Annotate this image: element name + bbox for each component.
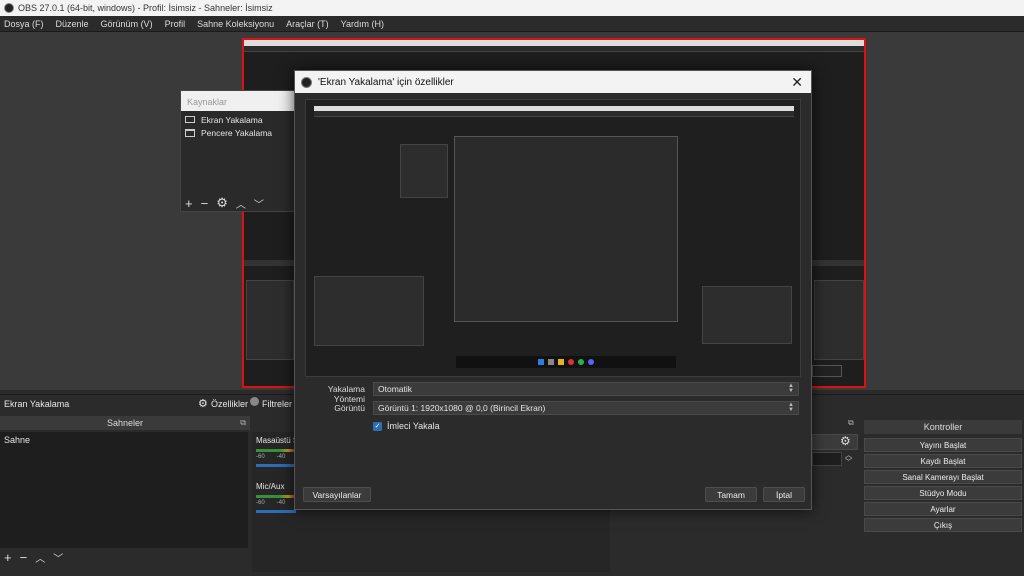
cancel-button[interactable]: İptal [763, 487, 805, 502]
move-up-icon[interactable]: ︿ [236, 196, 246, 211]
properties-dialog: 'Ekran Yakalama' için özellikler ✕ Yakal… [294, 70, 812, 510]
start-streaming-button[interactable]: Yayını Başlat [864, 438, 1022, 452]
capture-cursor-checkbox[interactable]: ✓ [373, 421, 382, 431]
close-icon[interactable]: ✕ [791, 74, 803, 91]
volume-meter [256, 495, 296, 498]
capture-method-label: Yakalama Yöntemi [327, 384, 365, 404]
menu-file[interactable]: Dosya (F) [4, 19, 44, 29]
chevron-up-down-icon: ▲ ▼ [788, 402, 794, 413]
selected-source-label: Ekran Yakalama [4, 399, 70, 409]
settings-button[interactable]: Ayarlar [864, 502, 1022, 516]
mixer-channel-mic: Mic/Aux -60 -40 [256, 482, 296, 513]
nested-taskbar [456, 356, 676, 368]
remove-source-icon[interactable]: − [201, 196, 209, 211]
nested-controls-dock [814, 280, 864, 360]
nested-controls-dock [702, 286, 792, 344]
properties-button[interactable]: Özellikler [211, 399, 248, 409]
start-recording-button[interactable]: Kaydı Başlat [864, 454, 1022, 468]
meter-tick: -40 [276, 454, 286, 460]
gear-icon[interactable]: ⚙ [840, 434, 851, 448]
source-item-label: Ekran Yakalama [201, 114, 263, 125]
meter-tick: -40 [276, 500, 286, 506]
dialog-capture-preview [305, 99, 801, 377]
exit-button[interactable]: Çıkış [864, 518, 1022, 532]
capture-cursor-row: ✓ İmleci Yakala [373, 421, 440, 431]
defaults-button[interactable]: Varsayılanlar [303, 487, 371, 502]
scenes-dock-title: Sahneler [0, 416, 250, 430]
add-source-icon[interactable]: + [185, 196, 193, 211]
meter-tick: -60 [256, 454, 265, 460]
display-value: Görüntü 1: 1920x1080 @ 0,0 (Birincil Ekr… [378, 403, 546, 413]
chevron-up-down-icon: ▲ ▼ [788, 383, 794, 394]
filters-button[interactable]: Filtreler [262, 399, 292, 409]
capture-method-select[interactable]: Otomatik ▲ ▼ [373, 382, 799, 396]
studio-mode-button[interactable]: Stüdyo Modu [864, 486, 1022, 500]
menu-help[interactable]: Yardım (H) [341, 19, 384, 29]
menu-scene-collection[interactable]: Sahne Koleksiyonu [197, 19, 274, 29]
capture-cursor-label: İmleci Yakala [387, 421, 440, 431]
remove-scene-icon[interactable]: − [20, 550, 28, 565]
controls-dock: Kontroller Yayını Başlat Kaydı Başlat Sa… [862, 416, 1024, 576]
controls-dock-title: Kontroller [864, 420, 1022, 434]
channel-name: Mic/Aux [256, 482, 285, 491]
dialog-title: 'Ekran Yakalama' için özellikler [318, 76, 454, 88]
obs-logo-icon [4, 3, 14, 13]
duration-input[interactable] [812, 452, 842, 466]
gear-icon[interactable]: ⚙ [198, 397, 208, 410]
undock-icon[interactable]: ⧉ [240, 418, 246, 428]
window-title: OBS 27.0.1 (64-bit, windows) - Profil: İ… [18, 3, 273, 13]
gear-icon[interactable]: ⚙ [216, 195, 228, 211]
display-label: Görüntü [334, 403, 365, 413]
duration-stepper[interactable]: ︿ ﹀ [845, 452, 852, 466]
nested-scenes-dock [314, 276, 424, 346]
move-down-icon[interactable]: ﹀ [254, 196, 264, 211]
volume-slider[interactable] [256, 464, 296, 467]
scenes-list[interactable]: Sahne [0, 432, 248, 548]
menu-edit[interactable]: Düzenle [56, 19, 89, 29]
source-item-label: Pencere Yakalama [201, 127, 273, 138]
source-item-screen-capture[interactable]: Ekran Yakalama [181, 113, 294, 126]
capture-method-value: Otomatik [378, 384, 413, 394]
menu-profile[interactable]: Profil [165, 19, 186, 29]
dialog-title-bar: 'Ekran Yakalama' için özellikler [295, 71, 811, 93]
menu-bar: Dosya (F) Düzenle Görünüm (V) Profil Sah… [0, 16, 1024, 32]
start-virtual-camera-button[interactable]: Sanal Kamerayı Başlat [864, 470, 1022, 484]
move-up-icon[interactable]: ︿ [35, 550, 45, 565]
undock-icon[interactable]: ⧉ [848, 418, 854, 428]
sources-dock-title: Kaynaklar [181, 91, 294, 111]
monitor-icon [185, 116, 195, 123]
sources-dock: Kaynaklar Ekran Yakalama Pencere Yakalam… [180, 90, 295, 212]
meter-tick: -60 [256, 500, 265, 506]
ok-button[interactable]: Tamam [705, 487, 757, 502]
display-select[interactable]: Görüntü 1: 1920x1080 @ 0,0 (Birincil Ekr… [373, 401, 799, 415]
volume-slider[interactable] [256, 510, 296, 513]
window-title-bar: OBS 27.0.1 (64-bit, windows) - Profil: İ… [0, 0, 1024, 16]
add-scene-icon[interactable]: + [4, 550, 12, 565]
nested-clock [812, 365, 842, 377]
nested-dialog [454, 136, 678, 322]
scene-item[interactable]: Sahne [0, 432, 248, 448]
move-down-icon[interactable]: ﹀ [53, 550, 63, 565]
volume-meter [256, 449, 296, 452]
source-item-window-capture[interactable]: Pencere Yakalama [181, 126, 294, 139]
menu-tools[interactable]: Araçlar (T) [286, 19, 329, 29]
nested-menu-bar [314, 111, 794, 117]
nested-sources-dock [400, 144, 448, 198]
window-icon [185, 128, 195, 137]
filter-icon[interactable] [250, 397, 259, 406]
transition-select[interactable] [812, 434, 858, 450]
nested-menu-bar [244, 46, 864, 52]
obs-logo-icon [301, 76, 312, 88]
menu-view[interactable]: Görünüm (V) [101, 19, 153, 29]
nested-scenes-dock [246, 280, 294, 360]
